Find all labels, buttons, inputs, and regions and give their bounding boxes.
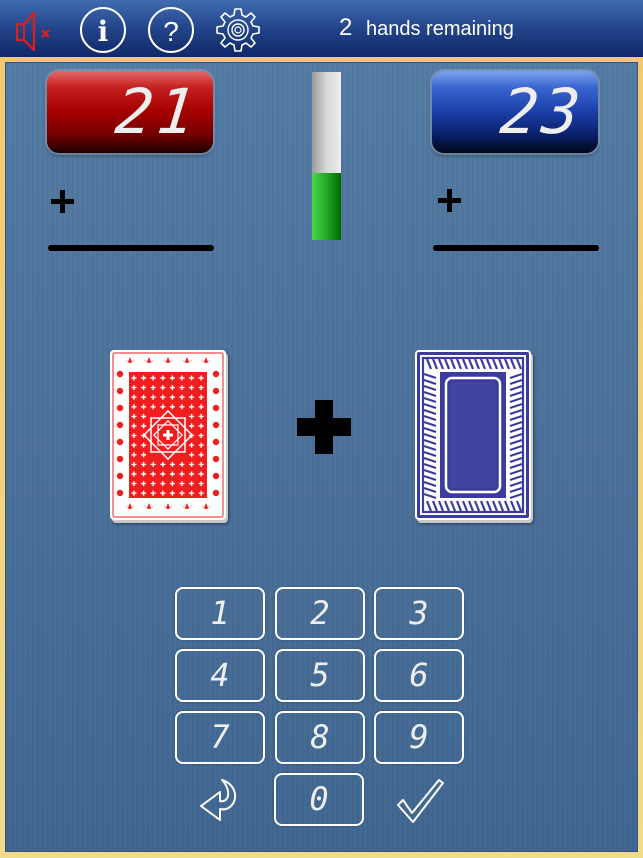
blue-player-score-display: 23	[432, 71, 598, 153]
red-answer-line	[48, 245, 214, 251]
blue-answer-line	[433, 245, 599, 251]
card-operator-plus	[297, 400, 351, 454]
red-player-score: 21	[112, 75, 203, 148]
keypad-key-4[interactable]: 4	[175, 649, 265, 702]
red-card-back-pattern	[112, 352, 224, 518]
timer-bar-fill	[312, 172, 341, 240]
submit-button[interactable]	[395, 777, 447, 829]
blue-plus-sign	[438, 189, 461, 212]
right-card-back[interactable]	[415, 350, 531, 520]
undo-arrow-icon	[200, 779, 237, 821]
keypad-key-8[interactable]: 8	[275, 711, 365, 764]
top-bar: i ? 2 hands remaining	[0, 0, 643, 57]
info-button[interactable]: i	[79, 6, 127, 54]
hands-remaining-count: 2	[339, 14, 353, 41]
left-card-back[interactable]	[110, 350, 226, 520]
keypad-key-1[interactable]: 1	[175, 587, 265, 640]
timer-bar	[312, 72, 341, 240]
keypad-key-6[interactable]: 6	[374, 649, 464, 702]
help-button[interactable]: ?	[147, 6, 195, 54]
undo-button[interactable]	[195, 776, 247, 828]
hands-remaining-label: hands remaining	[366, 18, 514, 40]
keypad-key-9[interactable]: 9	[374, 711, 464, 764]
checkmark-icon	[397, 779, 444, 823]
keypad-key-2[interactable]: 2	[275, 587, 365, 640]
keypad-key-0[interactable]: 0	[274, 773, 364, 826]
red-player-score-display: 21	[47, 71, 213, 153]
settings-gear-icon	[216, 8, 260, 52]
settings-button[interactable]	[214, 6, 262, 54]
keypad-key-5[interactable]: 5	[275, 649, 365, 702]
help-icon: ?	[148, 7, 194, 53]
sound-muted-icon	[15, 11, 50, 52]
red-plus-sign	[51, 190, 74, 213]
blue-player-score: 23	[497, 75, 588, 148]
info-icon: i	[80, 7, 126, 53]
blue-card-back-pattern	[417, 352, 529, 518]
sound-mute-button[interactable]	[10, 6, 58, 54]
svg-text:?: ?	[163, 16, 179, 47]
svg-text:i: i	[98, 15, 109, 48]
keypad-key-3[interactable]: 3	[374, 587, 464, 640]
keypad-key-7[interactable]: 7	[175, 711, 265, 764]
